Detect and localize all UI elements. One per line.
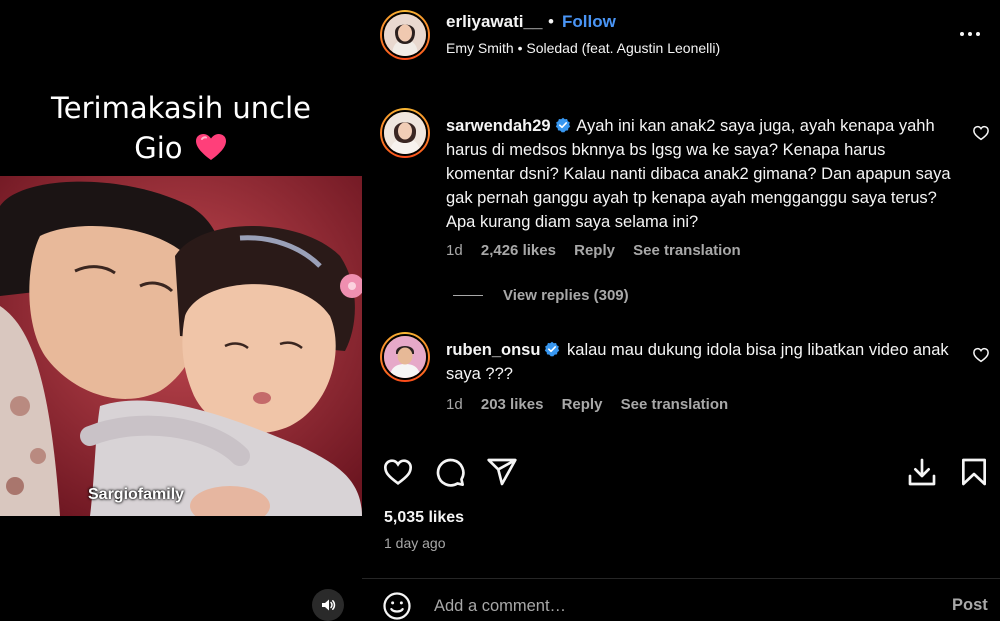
- see-translation-button[interactable]: See translation: [621, 396, 729, 413]
- view-replies-label: View replies (309): [503, 286, 629, 304]
- comment-age: 1d: [446, 396, 463, 413]
- video-panel[interactable]: Terimakasih uncle Gio Sargiofamily: [0, 0, 362, 621]
- post-panel: erliyawati__ • Follow Emy Smith • Soleda…: [362, 0, 1000, 621]
- divider-line: [453, 294, 483, 296]
- video-caption-line-2: Gio: [134, 131, 183, 165]
- comment-age: 1d: [446, 242, 463, 259]
- heart-emoji-icon: [195, 134, 226, 160]
- reply-button[interactable]: Reply: [562, 396, 603, 413]
- avatar[interactable]: [380, 10, 430, 60]
- commenter-avatar-image: [384, 112, 426, 154]
- avatar[interactable]: [380, 332, 430, 382]
- emoji-icon[interactable]: [382, 591, 412, 621]
- video-caption-line-1: Terimakasih uncle: [50, 91, 312, 125]
- video-thumbnail: [0, 176, 362, 516]
- verified-badge-icon: [555, 117, 570, 133]
- comment-input[interactable]: [434, 593, 914, 619]
- volume-icon: [322, 599, 336, 611]
- follow-button[interactable]: Follow: [562, 12, 616, 32]
- video-caption: Terimakasih uncle Gio: [0, 88, 362, 168]
- see-translation-button[interactable]: See translation: [633, 242, 741, 259]
- video-watermark: Sargiofamily: [88, 486, 185, 503]
- post-comment-button[interactable]: Post: [952, 596, 988, 615]
- commenter-avatar-image: [384, 336, 426, 378]
- comment-body: sarwendah29 Ayah ini kan anak2 saya juga…: [446, 114, 956, 234]
- header-separator: •: [548, 12, 554, 31]
- more-options-icon[interactable]: [958, 22, 982, 46]
- action-bar: [362, 452, 1000, 492]
- audio-track-link[interactable]: Emy Smith • Soledad (feat. Agustin Leone…: [446, 40, 720, 56]
- comment-username[interactable]: sarwendah29: [446, 117, 551, 135]
- avatar[interactable]: [380, 108, 430, 158]
- comment-icon[interactable]: [434, 456, 466, 488]
- download-icon[interactable]: [906, 456, 938, 488]
- comment-username[interactable]: ruben_onsu: [446, 341, 540, 359]
- post-likes-count[interactable]: 5,035 likes: [384, 509, 464, 527]
- verified-badge-icon: [545, 341, 560, 357]
- comment-meta: 1d 2,426 likes Reply See translation: [446, 242, 755, 259]
- comment-meta: 1d 203 likes Reply See translation: [446, 396, 742, 413]
- like-icon[interactable]: [382, 456, 414, 488]
- comment-likes[interactable]: 2,426 likes: [481, 242, 556, 259]
- share-icon[interactable]: [486, 456, 518, 488]
- comment-body: ruben_onsu kalau mau dukung idola bisa j…: [446, 338, 956, 386]
- post-date: 1 day ago: [384, 535, 446, 551]
- comment-like-icon[interactable]: [972, 124, 990, 142]
- author-avatar-image: [384, 14, 426, 56]
- sound-button[interactable]: [312, 589, 344, 621]
- comment-like-icon[interactable]: [972, 346, 990, 364]
- save-icon[interactable]: [958, 456, 990, 488]
- video-frame[interactable]: [0, 176, 362, 516]
- view-replies-button[interactable]: View replies (309): [453, 285, 629, 305]
- reply-button[interactable]: Reply: [574, 242, 615, 259]
- post-header: erliyawati__ • Follow Emy Smith • Soleda…: [362, 0, 1000, 72]
- author-username[interactable]: erliyawati__: [446, 12, 542, 32]
- comment-likes[interactable]: 203 likes: [481, 396, 544, 413]
- comment-composer: Post: [362, 578, 1000, 621]
